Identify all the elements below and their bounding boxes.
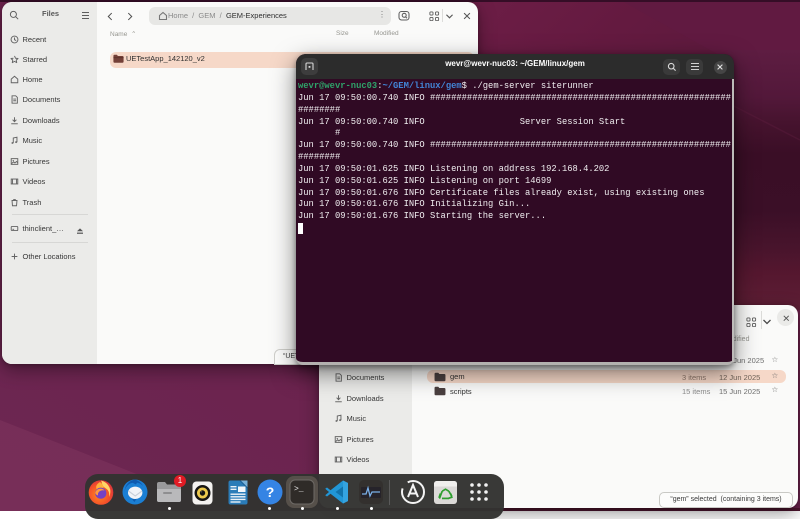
- svg-text:?: ?: [266, 484, 275, 500]
- svg-text:>_: >_: [294, 485, 304, 494]
